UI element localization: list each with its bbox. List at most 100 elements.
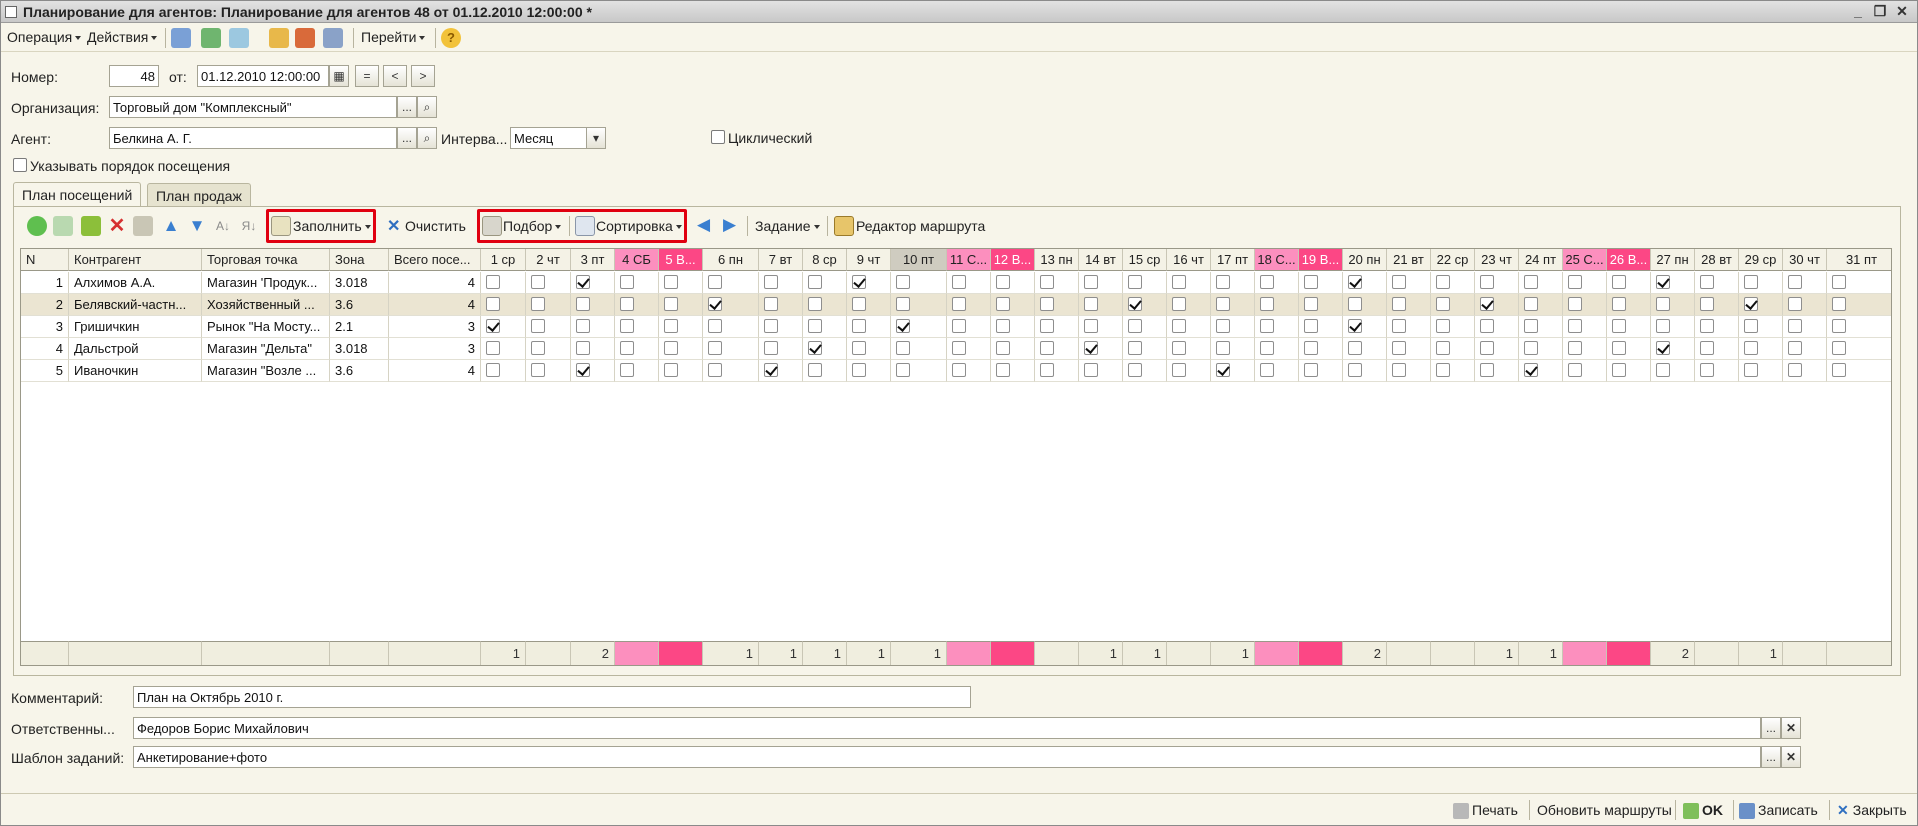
visit-checkbox[interactable]	[1040, 275, 1054, 289]
copy-icon[interactable]	[229, 28, 249, 48]
route-editor-button[interactable]: Редактор маршрута	[856, 218, 985, 234]
visit-checkbox[interactable]	[1260, 275, 1274, 289]
visit-checkbox[interactable]	[576, 341, 590, 355]
visit-checkbox[interactable]	[1392, 297, 1406, 311]
visit-checkbox[interactable]	[1216, 319, 1230, 333]
table-cell-contractor[interactable]: Белявский-частн...	[69, 294, 202, 316]
visit-checkbox[interactable]	[764, 319, 778, 333]
visit-checkbox[interactable]	[1260, 297, 1274, 311]
visit-checkbox[interactable]	[1348, 275, 1362, 289]
column-header[interactable]: Всего посе...	[389, 249, 481, 271]
arrow-left-icon[interactable]: ◀	[697, 215, 710, 235]
visit-checkbox[interactable]	[664, 275, 678, 289]
visit-checkbox[interactable]	[1128, 319, 1142, 333]
org-search-icon[interactable]: ⌕	[417, 96, 437, 118]
visit-checkbox[interactable]	[764, 363, 778, 377]
table-cell-zone[interactable]: 3.6	[330, 360, 389, 382]
template-field[interactable]: Анкетирование+фото	[133, 746, 1761, 768]
visit-checkbox[interactable]	[1040, 341, 1054, 355]
save-button[interactable]: Записать	[1739, 802, 1818, 820]
visit-checkbox[interactable]	[1788, 319, 1802, 333]
visit-checkbox[interactable]	[620, 297, 634, 311]
visit-checkbox[interactable]	[852, 275, 866, 289]
visit-checkbox[interactable]	[1744, 363, 1758, 377]
day-column-header[interactable]: 3 пт	[571, 249, 615, 271]
visit-checkbox[interactable]	[1436, 319, 1450, 333]
visit-checkbox[interactable]	[952, 319, 966, 333]
day-column-header[interactable]: 25 С...	[1563, 249, 1607, 271]
visit-checkbox[interactable]	[1348, 341, 1362, 355]
visit-checkbox[interactable]	[1832, 297, 1846, 311]
day-column-header[interactable]: 18 С...	[1255, 249, 1299, 271]
day-column-header[interactable]: 1 ср	[481, 249, 526, 271]
visit-checkbox[interactable]	[1524, 341, 1538, 355]
visit-checkbox[interactable]	[1656, 363, 1670, 377]
visit-checkbox[interactable]	[896, 341, 910, 355]
table-cell-n[interactable]: 2	[21, 294, 69, 316]
visit-checkbox[interactable]	[1524, 363, 1538, 377]
visit-checkbox[interactable]	[764, 297, 778, 311]
visit-checkbox[interactable]	[1392, 341, 1406, 355]
visit-checkbox[interactable]	[1656, 341, 1670, 355]
visit-checkbox[interactable]	[996, 297, 1010, 311]
visit-checkbox[interactable]	[1348, 319, 1362, 333]
day-column-header[interactable]: 6 пн	[703, 249, 759, 271]
visit-checkbox[interactable]	[996, 319, 1010, 333]
table-cell-n[interactable]: 4	[21, 338, 69, 360]
visit-checkbox[interactable]	[1348, 297, 1362, 311]
visit-checkbox[interactable]	[1612, 363, 1626, 377]
day-column-header[interactable]: 14 вт	[1079, 249, 1123, 271]
visit-checkbox[interactable]	[808, 341, 822, 355]
visit-checkbox[interactable]	[1304, 363, 1318, 377]
visit-checkbox[interactable]	[764, 341, 778, 355]
table-cell-total[interactable]: 4	[389, 272, 481, 294]
visit-checkbox[interactable]	[620, 363, 634, 377]
visit-checkbox[interactable]	[952, 297, 966, 311]
visit-checkbox[interactable]	[852, 363, 866, 377]
table-cell-contractor[interactable]: Алхимов А.А.	[69, 272, 202, 294]
arrow-right-icon[interactable]: ▶	[723, 215, 736, 235]
calendar-icon[interactable]: ▦	[329, 65, 349, 87]
day-column-header[interactable]: 5 В...	[659, 249, 703, 271]
table-cell-outlet[interactable]: Магазин "Дельта"	[202, 338, 330, 360]
menu-operation[interactable]: Операция	[7, 29, 82, 45]
table-cell-contractor[interactable]: Гришичкин	[69, 316, 202, 338]
visit-checkbox[interactable]	[1700, 297, 1714, 311]
save-doc-icon[interactable]	[171, 28, 191, 48]
visit-checkbox[interactable]	[708, 319, 722, 333]
visit-checkbox[interactable]	[576, 275, 590, 289]
visit-checkbox[interactable]	[808, 297, 822, 311]
visit-checkbox[interactable]	[1084, 341, 1098, 355]
visit-checkbox[interactable]	[620, 319, 634, 333]
visit-checkbox[interactable]	[1656, 297, 1670, 311]
day-column-header[interactable]: 23 чт	[1475, 249, 1519, 271]
visit-checkbox[interactable]	[1612, 275, 1626, 289]
table-cell-total[interactable]: 3	[389, 316, 481, 338]
table-cell-outlet[interactable]: Магазин 'Продук...	[202, 272, 330, 294]
help-icon[interactable]: ?	[441, 28, 461, 48]
visit-checkbox[interactable]	[896, 363, 910, 377]
day-column-header[interactable]: 30 чт	[1783, 249, 1827, 271]
visit-checkbox[interactable]	[1480, 297, 1494, 311]
close-window-icon[interactable]: ✕	[1893, 3, 1911, 20]
day-column-header[interactable]: 28 вт	[1695, 249, 1739, 271]
visit-checkbox[interactable]	[1480, 341, 1494, 355]
day-column-header[interactable]: 21 вт	[1387, 249, 1431, 271]
visit-checkbox[interactable]	[1480, 319, 1494, 333]
pick-button[interactable]: Подбор	[503, 218, 562, 234]
day-column-header[interactable]: 4 СБ	[615, 249, 659, 271]
visit-checkbox[interactable]	[1832, 363, 1846, 377]
menu-actions[interactable]: Действия	[87, 29, 158, 45]
column-header[interactable]: N	[21, 249, 69, 271]
table-cell-zone[interactable]: 3.6	[330, 294, 389, 316]
visit-checkbox[interactable]	[896, 319, 910, 333]
visit-checkbox[interactable]	[1172, 341, 1186, 355]
visit-checkbox[interactable]	[664, 363, 678, 377]
visit-checkbox[interactable]	[996, 341, 1010, 355]
fill-button[interactable]: Заполнить	[293, 218, 371, 234]
visit-checkbox[interactable]	[1436, 297, 1450, 311]
unpost-icon[interactable]	[295, 28, 315, 48]
visit-checkbox[interactable]	[1612, 319, 1626, 333]
visit-checkbox[interactable]	[708, 297, 722, 311]
visit-checkbox[interactable]	[1744, 297, 1758, 311]
